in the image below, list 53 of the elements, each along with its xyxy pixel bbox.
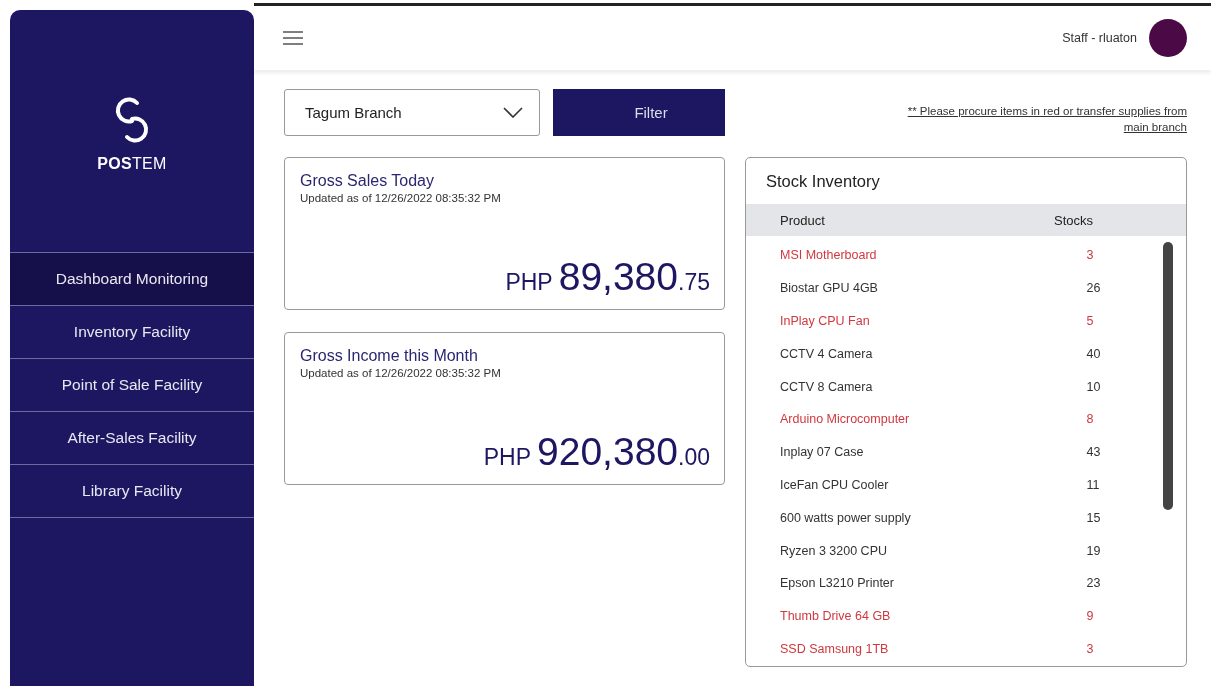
table-cell-text: Ryzen 3 3200 CPU [779,543,888,558]
currency-label: PHP [505,269,553,296]
nav-item[interactable]: Dashboard Monitoring [10,253,254,306]
table-cell-text: 43 [1085,445,1102,460]
table-cell-text: 23 [1085,576,1102,591]
procure-note-link[interactable]: ** Please procure items in red or transfer supplies from main branch [897,103,1187,141]
nav-item[interactable]: After-Sales Facility [10,412,254,465]
table-cell-text: 8 [1085,412,1095,427]
nav-item[interactable]: Library Facility [10,465,254,518]
table-cell-text: Biostar GPU 4GB [779,281,879,296]
avatar[interactable] [1149,19,1187,57]
table-cell-text: SSD Samsung 1TB [779,641,890,656]
table-cell-text: 3 [1085,641,1095,656]
table-cell-text: Arduino Microcomputer [779,412,911,427]
table-cell-text: 19 [1085,543,1102,558]
amount-cents: .75 [678,269,710,296]
nav-item[interactable]: Point of Sale Facility [10,359,254,412]
panel-title: Stock Inventory [765,171,881,192]
chevron-down-icon [503,107,524,118]
column-header: Stocks [1053,212,1094,228]
filter-button[interactable]: Filter [553,89,725,136]
table-cell-text: Inplay 07 Case [779,445,865,460]
menu-icon[interactable] [283,31,303,45]
branch-select[interactable]: Tagum Branch [284,89,541,136]
table-cell-text: 11 [1085,477,1101,492]
table-cell-text: InPlay CPU Fan [779,314,871,328]
table-cell-text: MSI Motherboard [779,248,878,263]
table-cell-text: Thumb Drive 64 GB [779,609,892,624]
column-header: Product [779,212,826,228]
table-cell-text: 3 [1085,248,1095,263]
updated-text: Updated as of 12/26/2022 08:35:32 PM [300,192,502,204]
table-cell-text: 5 [1085,314,1095,328]
table-cell-text: 40 [1085,346,1102,361]
nav-item[interactable]: Inventory Facility [10,306,254,359]
table-cell-text: 26 [1085,281,1102,296]
table-cell-text: 600 watts power supply [779,510,912,525]
currency-label: PHP [483,444,532,471]
table-cell-text: Epson L3210 Printer [779,576,895,591]
scrollbar-thumb[interactable] [1163,242,1173,510]
card-title: Gross Income this Month [300,347,479,365]
brand-name: POSTEM [97,155,167,173]
table-cell-text: CCTV 8 Camera [779,379,874,394]
table-cell-text: 15 [1085,510,1102,525]
card-title: Gross Sales Today [300,172,435,190]
user-name: Staff - rluaton [1062,31,1137,45]
amount-cents: .00 [678,444,710,471]
updated-text: Updated as of 12/26/2022 08:35:32 PM [300,367,502,379]
table-cell-text: IceFan CPU Cooler [779,477,890,492]
table-cell-text: 9 [1085,609,1095,624]
table-cell-text: CCTV 4 Camera [779,346,874,361]
amount-value: 89,380 [558,255,678,299]
amount-value: 920,380 [537,430,678,474]
table-cell-text: 10 [1085,379,1102,394]
